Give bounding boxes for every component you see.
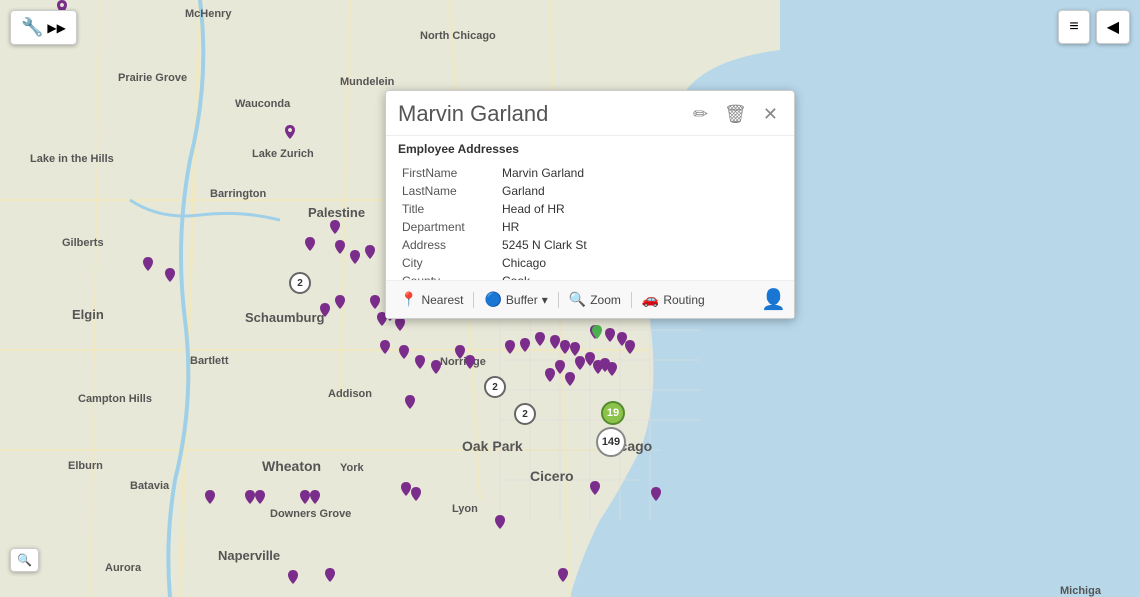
field-key: Address	[398, 236, 498, 254]
person-icon: 👤	[761, 287, 786, 312]
popup-card: Marvin Garland ✏ 🗑 ✕ Employee Addresses …	[385, 90, 795, 319]
edit-button[interactable]: ✏	[689, 102, 712, 127]
popup-header-icons: ✏ 🗑 ✕	[689, 102, 782, 127]
buffer-dropdown-icon: ▾	[542, 293, 548, 307]
nearest-label: Nearest	[421, 293, 463, 307]
field-value: 5245 N Clark St	[498, 236, 782, 254]
field-value: Chicago	[498, 254, 782, 272]
nearest-icon: 📍	[400, 291, 417, 308]
table-row: Address5245 N Clark St	[398, 236, 782, 254]
tools-button[interactable]: 🔧 ▶▶	[10, 10, 77, 45]
collapse-icon: ◀	[1107, 19, 1119, 36]
popup-data-table: FirstNameMarvin GarlandLastNameGarlandTi…	[398, 164, 782, 280]
zoom-label: Zoom	[590, 293, 621, 307]
zoom-control[interactable]: 🔍	[10, 548, 39, 572]
zoom-icon: 🔍	[17, 553, 32, 567]
list-view-button[interactable]: ≡	[1058, 10, 1089, 44]
toolbar-topleft: 🔧 ▶▶	[10, 10, 77, 45]
routing-button[interactable]: 🚗 Routing	[636, 288, 711, 311]
separator	[558, 292, 559, 308]
buffer-button[interactable]: 🔵 Buffer ▾	[478, 288, 553, 311]
toolbar-topright: ≡ ◀	[1058, 10, 1130, 44]
nearest-button[interactable]: 📍 Nearest	[394, 288, 469, 311]
separator	[473, 292, 474, 308]
field-value: HR	[498, 218, 782, 236]
field-key: LastName	[398, 182, 498, 200]
delete-button[interactable]: 🗑	[720, 102, 751, 127]
buffer-icon: 🔵	[484, 291, 501, 308]
field-key: City	[398, 254, 498, 272]
map-container[interactable]: McHenry North Chicago Prairie Grove Wauc…	[0, 0, 1140, 597]
popup-title: Marvin Garland	[398, 101, 548, 127]
collapse-button[interactable]: ◀	[1096, 10, 1130, 44]
field-value: Garland	[498, 182, 782, 200]
table-row: CityChicago	[398, 254, 782, 272]
table-row: CountyCook	[398, 272, 782, 280]
routing-label: Routing	[663, 293, 704, 307]
table-row: FirstNameMarvin Garland	[398, 164, 782, 182]
forward-icon: ▶▶	[47, 21, 65, 35]
separator	[631, 292, 632, 308]
buffer-label: Buffer	[506, 293, 538, 307]
field-value: Cook	[498, 272, 782, 280]
popup-header: Marvin Garland ✏ 🗑 ✕	[386, 91, 794, 136]
close-icon: ✕	[763, 104, 778, 124]
popup-table-container[interactable]: FirstNameMarvin GarlandLastNameGarlandTi…	[386, 160, 794, 280]
table-row: DepartmentHR	[398, 218, 782, 236]
field-value: Marvin Garland	[498, 164, 782, 182]
close-button[interactable]: ✕	[759, 102, 782, 127]
delete-icon: 🗑	[724, 104, 747, 124]
list-icon: ≡	[1069, 18, 1078, 35]
zoom-button[interactable]: 🔍 Zoom	[563, 288, 627, 311]
routing-icon: 🚗	[642, 291, 659, 308]
field-key: County	[398, 272, 498, 280]
table-row: TitleHead of HR	[398, 200, 782, 218]
field-key: Department	[398, 218, 498, 236]
popup-toolbar: 📍 Nearest 🔵 Buffer ▾ 🔍 Zoom 🚗 Routing 👤	[386, 280, 794, 318]
field-key: FirstName	[398, 164, 498, 182]
edit-icon: ✏	[693, 104, 708, 124]
wrench-icon: 🔧	[21, 17, 43, 38]
table-row: LastNameGarland	[398, 182, 782, 200]
field-value: Head of HR	[498, 200, 782, 218]
field-key: Title	[398, 200, 498, 218]
popup-table-label: Employee Addresses	[386, 136, 794, 160]
zoom-map-icon: 🔍	[569, 291, 586, 308]
